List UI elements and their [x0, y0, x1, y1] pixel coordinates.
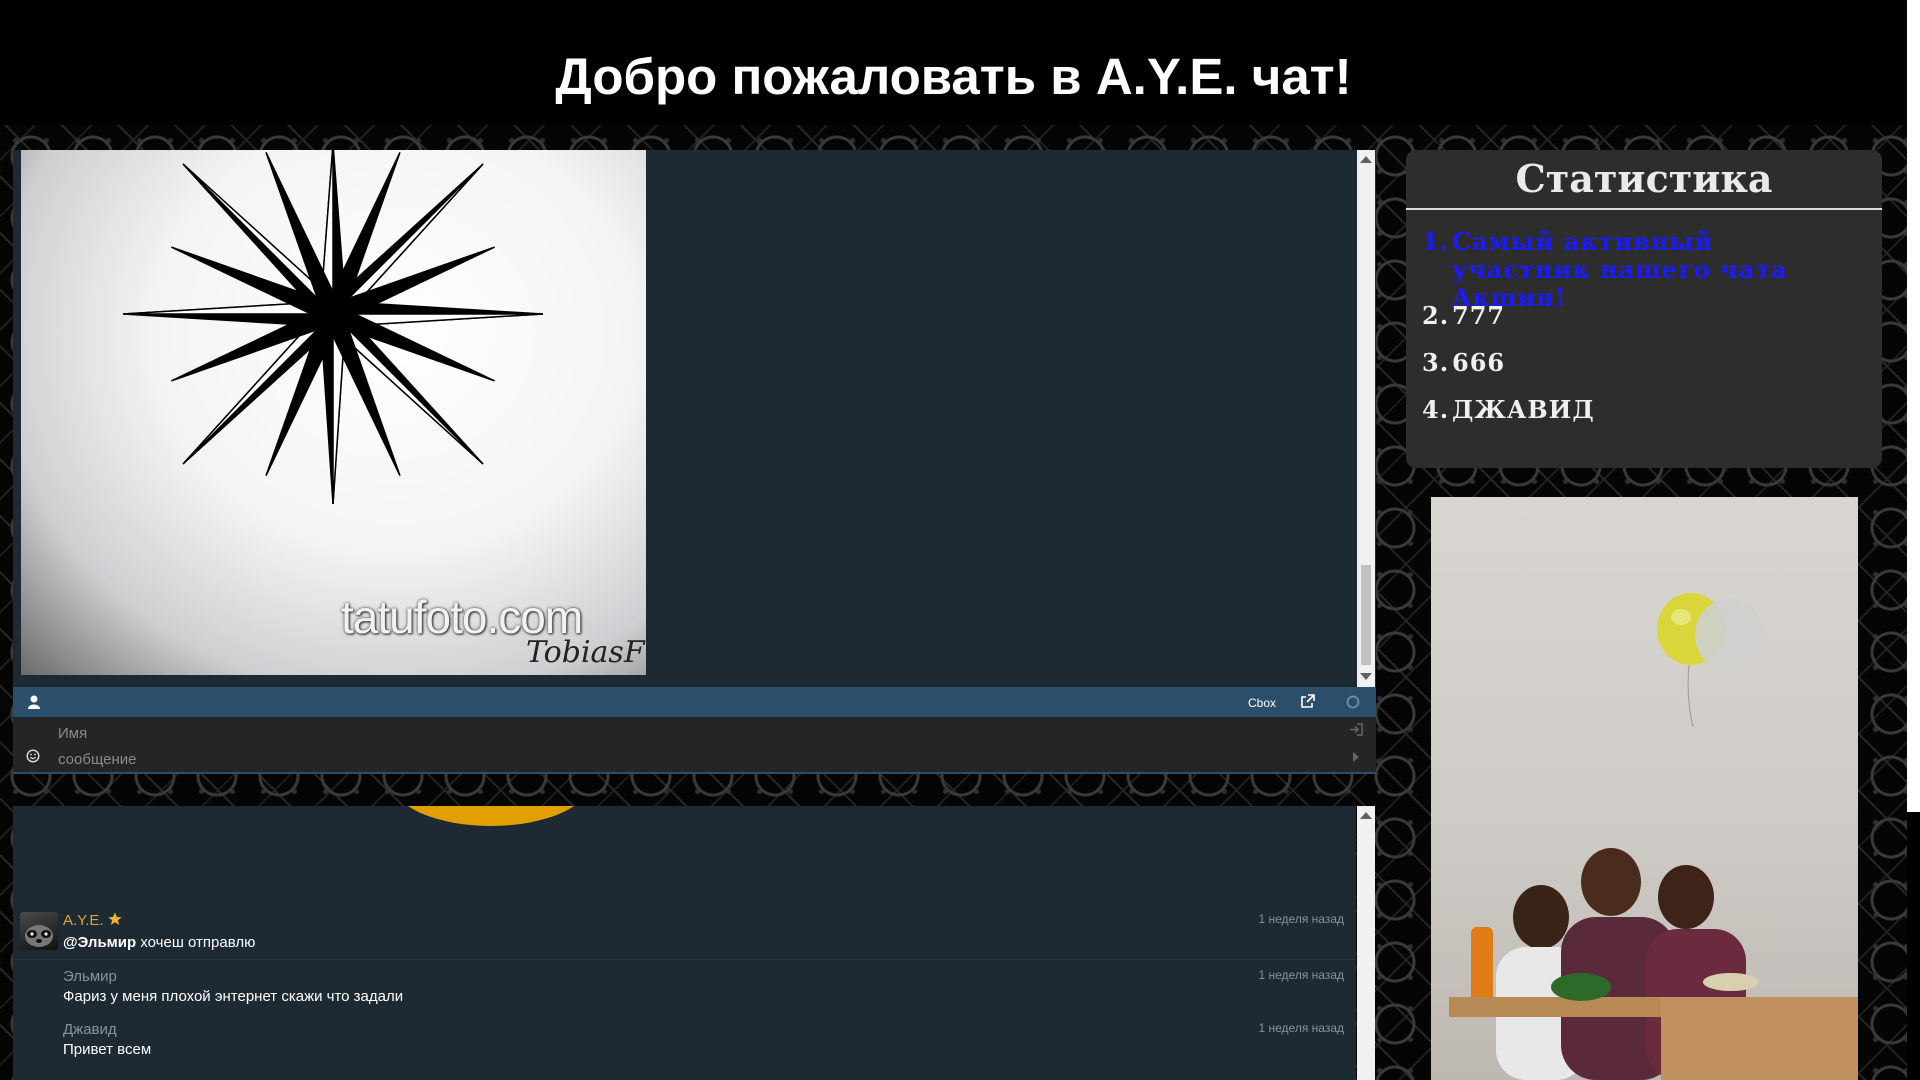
statistics-item: 2. 777	[1422, 302, 1842, 330]
chat-input-area	[13, 717, 1376, 774]
cbox-toolbar: Cbox	[13, 687, 1376, 717]
scroll-down-arrow-icon[interactable]	[1360, 673, 1372, 680]
external-link-icon[interactable]	[1300, 694, 1315, 709]
message-text: Привет всем	[63, 1041, 152, 1058]
item-number: 4.	[1422, 395, 1450, 424]
raccoon-avatar-icon	[25, 925, 53, 947]
item-text: ДЖАВИД	[1452, 395, 1595, 424]
message-author[interactable]: Эльмир	[63, 968, 117, 985]
message-text: Фариз у меня плохой энтернет скажи что з…	[63, 988, 404, 1005]
item-number: 3.	[1422, 348, 1450, 377]
message-time: 1 неделя назад	[1258, 912, 1345, 926]
status-circle-icon[interactable]	[1346, 695, 1360, 709]
classroom-photo	[1431, 497, 1858, 1080]
page-scrollbar-edge	[1907, 0, 1920, 812]
photo-scene	[1449, 593, 1858, 1080]
star-icon	[108, 912, 122, 925]
item-number: 2.	[1422, 301, 1450, 330]
message-time: 1 неделя назад	[1258, 1021, 1345, 1035]
message-time: 1 неделя назад	[1258, 968, 1345, 982]
statistics-panel: Статистика 1. Самый активный участник наш…	[1406, 150, 1882, 468]
mention[interactable]: @Эльмир	[63, 934, 136, 951]
chat-image-compass-star[interactable]: tatufoto.com TobiasF	[21, 150, 646, 675]
name-input[interactable]	[58, 722, 1328, 744]
message-text: @Эльмир хочеш отправлю	[63, 934, 255, 951]
item-number: 1.	[1422, 227, 1450, 256]
item-text: 666	[1452, 348, 1506, 377]
message-divider	[13, 959, 1356, 960]
scroll-up-arrow-icon[interactable]	[1360, 812, 1372, 819]
message-author[interactable]: A.Y.E.	[63, 912, 122, 929]
statistics-item: 1. Самый активный участник нашего чата Ак…	[1422, 228, 1842, 312]
statistics-item: 4. ДЖАВИД	[1422, 396, 1842, 424]
statistics-divider	[1406, 208, 1882, 210]
yellow-avatar-fragment	[391, 806, 591, 826]
page-title: Добро пожаловать в A.Y.E. чат!	[555, 48, 1352, 106]
avatar[interactable]	[20, 912, 58, 950]
message-author[interactable]: Джавид	[63, 1021, 117, 1038]
image-signature: TobiasF	[526, 635, 645, 670]
login-icon[interactable]	[1349, 723, 1363, 736]
statistics-item: 3. 666	[1422, 349, 1842, 377]
statistics-title: Статистика	[1515, 156, 1773, 201]
message-body: хочеш отправлю	[136, 934, 256, 951]
chat-top-scrollbar[interactable]	[1357, 150, 1375, 687]
scroll-thumb[interactable]	[1361, 565, 1371, 665]
cbox-brand-label[interactable]: Cbox	[1248, 696, 1276, 710]
item-text: 777	[1452, 301, 1506, 330]
scroll-up-arrow-icon[interactable]	[1360, 156, 1372, 163]
chat-messages-panel: A.Y.E. @Эльмир хочеш отправлю 1 неделя н…	[13, 806, 1356, 1080]
chat-messages-scrollbar[interactable]	[1357, 806, 1375, 1080]
send-arrow-icon[interactable]	[1352, 752, 1360, 762]
message-input[interactable]	[58, 748, 1328, 770]
author-name: A.Y.E.	[63, 912, 104, 929]
user-icon[interactable]	[28, 695, 40, 709]
item-text: Самый активный участник нашего чата Акши…	[1452, 227, 1788, 312]
smiley-icon[interactable]	[26, 749, 40, 763]
